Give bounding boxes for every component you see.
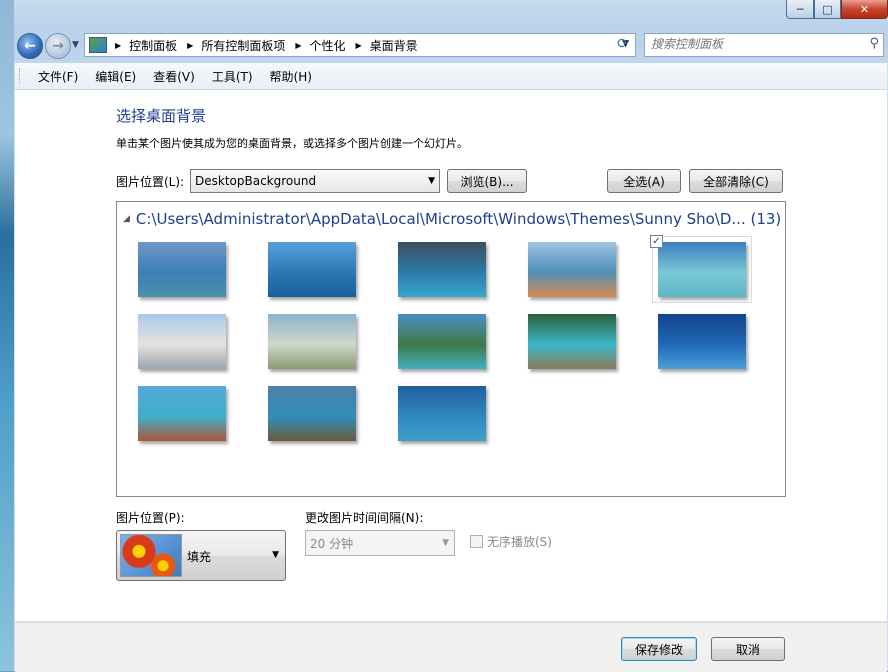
- interval-select[interactable]: 20 分钟 ▼: [305, 530, 455, 556]
- collapse-icon[interactable]: ◢: [123, 214, 130, 224]
- position-label: 图片位置(P):: [116, 511, 185, 525]
- close-button[interactable]: ✕: [841, 0, 888, 19]
- position-select[interactable]: 填充 ▼: [116, 530, 286, 581]
- search-icon[interactable]: ⚲: [869, 36, 879, 51]
- menu-edit[interactable]: 编辑(E): [95, 68, 136, 85]
- shuffle-checkbox[interactable]: 无序播放(S): [470, 533, 552, 550]
- breadcrumb-control-panel[interactable]: 控制面板: [129, 37, 177, 54]
- wallpaper-thumbnail[interactable]: [268, 314, 356, 369]
- menu-bar: 文件(F) 编辑(E) 查看(V) 工具(T) 帮助(H): [15, 62, 887, 90]
- forward-arrow-icon: →: [52, 38, 64, 54]
- cancel-button[interactable]: 取消: [711, 637, 785, 661]
- menu-help[interactable]: 帮助(H): [270, 68, 312, 85]
- caption-buttons: ─ □ ✕: [786, 0, 888, 19]
- title-bar: ─ □ ✕: [14, 0, 888, 28]
- breadcrumb-desktop-background[interactable]: 桌面背景: [370, 37, 418, 54]
- breadcrumb-separator-icon[interactable]: ▶: [356, 41, 362, 50]
- wallpaper-list: ◢ C:\Users\Administrator\AppData\Local\M…: [116, 201, 786, 497]
- search-input[interactable]: [645, 34, 857, 54]
- address-bar[interactable]: ▶ 控制面板 ▶ 所有控制面板项 ▶ 个性化 ▶ 桌面背景 ▼: [84, 33, 636, 57]
- wallpaper-thumbnail[interactable]: [268, 386, 356, 441]
- wallpaper-thumbnail[interactable]: [138, 242, 226, 297]
- breadcrumb-separator-icon[interactable]: ▶: [115, 41, 121, 50]
- breadcrumb-personalization[interactable]: 个性化: [310, 37, 346, 54]
- chevron-down-icon: ▼: [442, 538, 449, 548]
- back-button[interactable]: ←: [17, 33, 43, 59]
- wallpaper-thumbnail[interactable]: [398, 314, 486, 369]
- position-preview-image: [120, 534, 182, 577]
- main-content: 选择桌面背景 单击某个图片使其成为您的桌面背景，或选择多个图片创建一个幻灯片。 …: [15, 90, 887, 621]
- wallpaper-thumbnail[interactable]: ✓: [650, 235, 752, 303]
- menu-view[interactable]: 查看(V): [153, 68, 195, 85]
- menu-file[interactable]: 文件(F): [38, 68, 78, 85]
- minimize-button[interactable]: ─: [786, 0, 814, 19]
- browse-button[interactable]: 浏览(B)...: [447, 169, 527, 193]
- chevron-down-icon: ▼: [272, 550, 279, 560]
- forward-button[interactable]: →: [45, 33, 71, 59]
- picture-location-select[interactable]: DesktopBackground ▼: [190, 169, 440, 193]
- breadcrumb-all-items[interactable]: 所有控制面板项: [201, 37, 285, 54]
- breadcrumb: ▶ 控制面板 ▶ 所有控制面板项 ▶ 个性化 ▶ 桌面背景: [111, 37, 418, 54]
- wallpaper-group-header[interactable]: ◢ C:\Users\Administrator\AppData\Local\M…: [123, 210, 781, 228]
- wallpaper-group-path: C:\Users\Administrator\AppData\Local\Mic…: [135, 210, 782, 228]
- wallpaper-thumbnail[interactable]: [398, 386, 486, 441]
- back-arrow-icon: ←: [24, 38, 36, 54]
- checkbox-icon[interactable]: ✓: [650, 235, 663, 248]
- desktop-background-strip: [0, 0, 14, 671]
- maximize-button[interactable]: □: [814, 0, 841, 19]
- wallpaper-thumbnail[interactable]: [658, 314, 746, 369]
- page-title: 选择桌面背景: [116, 107, 207, 125]
- recent-pages-dropdown-icon[interactable]: ▼: [72, 40, 79, 50]
- wallpaper-thumbnail[interactable]: [268, 242, 356, 297]
- position-value: 填充: [187, 550, 212, 564]
- save-changes-button[interactable]: 保存修改: [621, 637, 697, 661]
- interval-value: 20 分钟: [310, 536, 354, 551]
- picture-location-value: DesktopBackground: [195, 174, 317, 188]
- menu-grip: [19, 68, 23, 84]
- wallpaper-thumbnail[interactable]: [528, 242, 616, 297]
- breadcrumb-separator-icon[interactable]: ▶: [295, 41, 301, 50]
- picture-location-label: 图片位置(L):: [116, 175, 185, 189]
- wallpaper-thumbnail[interactable]: [398, 242, 486, 297]
- shuffle-label: 无序播放(S): [487, 535, 552, 549]
- menu-tools[interactable]: 工具(T): [212, 68, 253, 85]
- select-all-button[interactable]: 全选(A): [607, 169, 681, 193]
- wallpaper-thumbnail[interactable]: [138, 314, 226, 369]
- control-panel-icon: [89, 37, 107, 53]
- search-box: ⚲: [644, 33, 884, 57]
- page-description: 单击某个图片使其成为您的桌面背景，或选择多个图片创建一个幻灯片。: [116, 137, 468, 150]
- interval-label: 更改图片时间间隔(N):: [305, 511, 424, 525]
- chevron-down-icon: ▼: [428, 176, 435, 186]
- checkbox-icon[interactable]: [470, 535, 483, 548]
- footer-bar: 保存修改 取消: [15, 622, 887, 672]
- wallpaper-thumbnail[interactable]: [528, 314, 616, 369]
- control-panel-window: ─ □ ✕ ← → ▼ ▶ 控制面板 ▶ 所有控制面板项 ▶ 个性化 ▶ 桌面背…: [14, 0, 888, 672]
- clear-all-button[interactable]: 全部清除(C): [689, 169, 783, 193]
- navigation-bar: ← → ▼ ▶ 控制面板 ▶ 所有控制面板项 ▶ 个性化 ▶ 桌面背景 ▼ ⟳ …: [14, 30, 888, 60]
- wallpaper-thumbnail[interactable]: [138, 386, 226, 441]
- breadcrumb-separator-icon[interactable]: ▶: [187, 41, 193, 50]
- refresh-icon[interactable]: ⟳: [612, 33, 634, 55]
